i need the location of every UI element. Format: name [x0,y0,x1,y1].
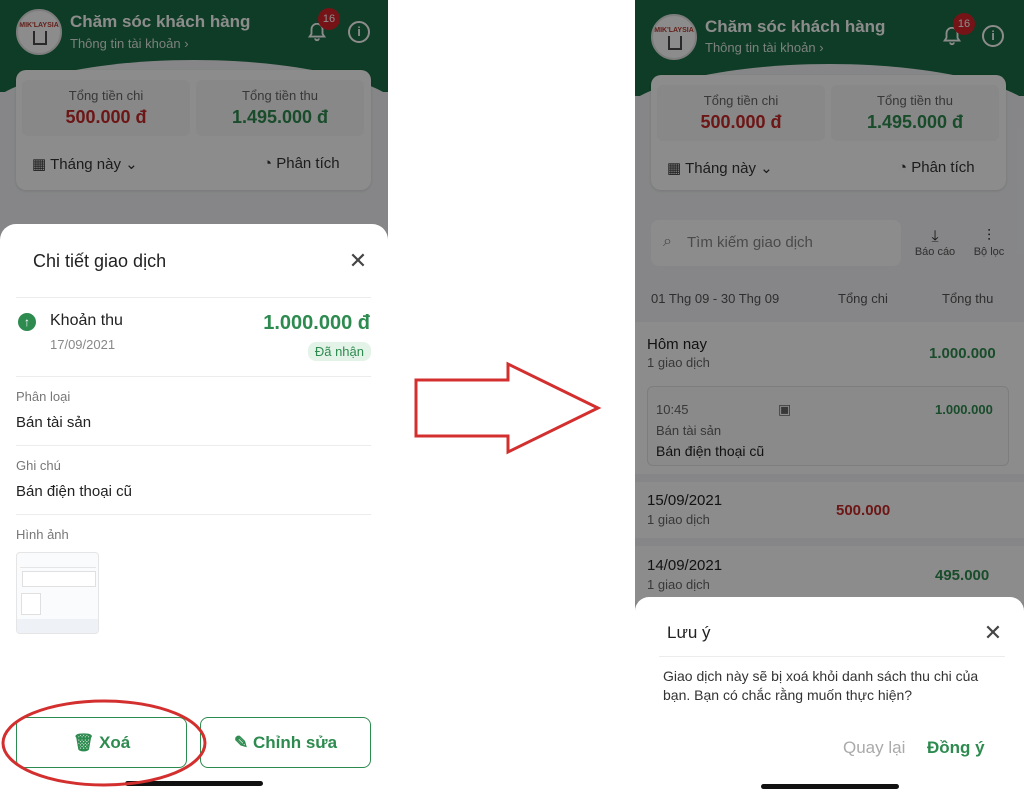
confirm-dialog: Lưu ý ✕ Giao dịch này sẽ bị xoá khỏi dan… [635,597,1024,799]
transaction-date: 17/09/2021 [50,337,116,352]
note-label: Ghi chú [16,458,61,473]
category-label: Phân loại [16,389,71,404]
edit-button[interactable]: ✎ Chỉnh sửa [200,717,371,768]
category-value: Bán tài sản [16,414,92,431]
note-value: Bán điện thoại cũ [16,483,132,500]
sheet-title: Chi tiết giao dịch [33,251,167,271]
back-button[interactable]: Quay lại [843,738,905,758]
dialog-message: Giao dịch này sẽ bị xoá khỏi danh sách t… [663,668,979,703]
arrow-up-icon: ↑ [18,313,36,331]
home-indicator [761,784,899,789]
pencil-icon: ✎ [233,733,249,752]
arrow-right-icon [414,361,602,455]
status-badge: Đã nhận [307,342,371,361]
close-icon[interactable]: ✕ [983,622,1003,644]
left-phone-screen: MIK'LAYSIA Chăm sóc khách hàng Thông tin… [0,0,388,799]
highlight-ellipse [1,699,207,787]
right-phone-screen: MIK'LAYSIA Chăm sóc khách hàng Thông tin… [635,0,1024,799]
close-icon[interactable]: ✕ [348,250,368,272]
attachment-thumbnail[interactable] [16,552,99,634]
confirm-button[interactable]: Đồng ý [927,738,985,758]
screenshot-root: MIK'LAYSIA Chăm sóc khách hàng Thông tin… [0,0,1024,799]
dialog-title: Lưu ý [667,623,711,642]
image-label: Hình ảnh [16,527,69,542]
transaction-amount: 1.000.000 đ [263,312,370,334]
transaction-type: Khoản thu [50,312,123,329]
